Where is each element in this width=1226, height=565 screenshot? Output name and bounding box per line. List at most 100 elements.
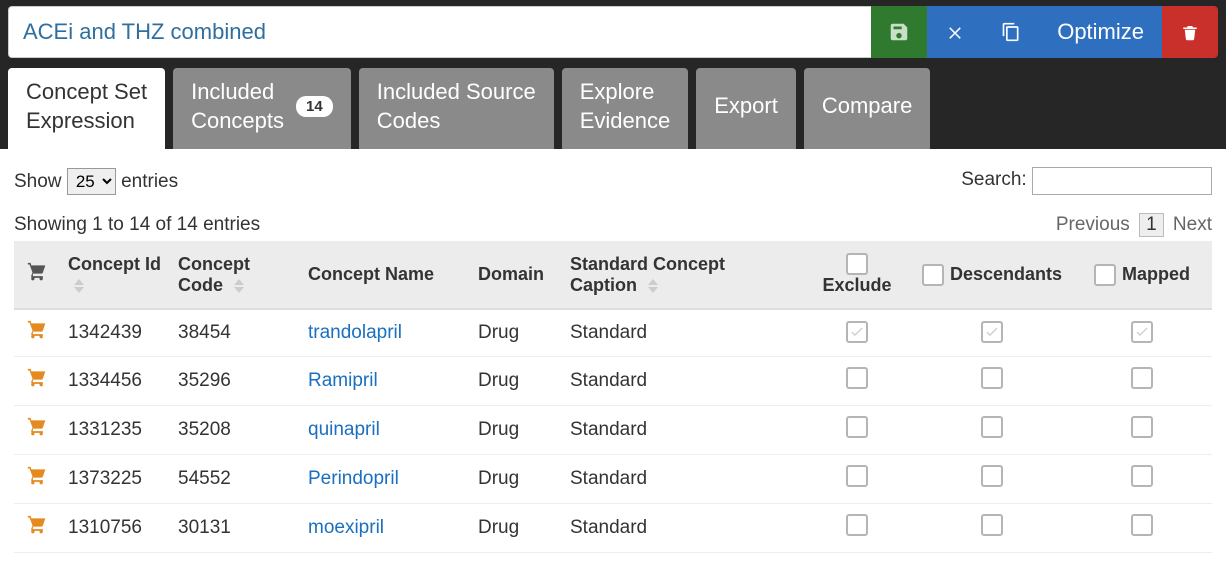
cell-standard: Standard	[562, 504, 802, 553]
cell-descendants	[912, 357, 1072, 406]
cell-exclude	[802, 504, 912, 553]
cell-domain: Drug	[470, 357, 562, 406]
row-checkbox[interactable]	[1131, 465, 1153, 487]
search-input[interactable]	[1032, 167, 1212, 195]
concept-set-name-input[interactable]	[8, 6, 871, 58]
copy-button[interactable]	[983, 6, 1039, 58]
cell-mapped	[1072, 357, 1212, 406]
cell-standard: Standard	[562, 357, 802, 406]
concept-name-link[interactable]: trandolapril	[308, 322, 402, 343]
cell-concept-code: 30131	[170, 504, 300, 553]
cell-concept-id: 1334456	[60, 357, 170, 406]
row-checkbox[interactable]	[981, 416, 1003, 438]
tab-export[interactable]: Export	[696, 68, 796, 149]
exclude-all-checkbox[interactable]	[846, 253, 868, 275]
tab-explore[interactable]: ExploreEvidence	[562, 68, 689, 149]
table-row: 137322554552 Perindopril DrugStandard	[14, 455, 1212, 504]
table-row: 133445635296 Ramipril DrugStandard	[14, 357, 1212, 406]
cart-icon[interactable]	[26, 324, 48, 345]
cell-concept-code: 35296	[170, 357, 300, 406]
concept-name-link[interactable]: Ramipril	[308, 370, 378, 391]
table-info: Showing 1 to 14 of 14 entries	[14, 214, 260, 236]
col-concept-name[interactable]: Concept Name	[300, 241, 470, 309]
concept-name-link[interactable]: Perindopril	[308, 468, 399, 489]
current-page[interactable]: 1	[1139, 213, 1164, 237]
cell-concept-id: 1373225	[60, 455, 170, 504]
col-concept-code[interactable]: Concept Code	[170, 241, 300, 309]
col-concept-id[interactable]: Concept Id	[60, 241, 170, 309]
col-descendants[interactable]: Descendants	[912, 241, 1072, 309]
row-checkbox[interactable]	[846, 465, 868, 487]
concept-name-link[interactable]: moexipril	[308, 517, 384, 538]
search-label: Search:	[961, 169, 1026, 190]
row-checkbox[interactable]	[846, 416, 868, 438]
cell-domain: Drug	[470, 406, 562, 455]
row-checkbox[interactable]	[846, 367, 868, 389]
row-checkbox[interactable]	[981, 465, 1003, 487]
cell-descendants	[912, 406, 1072, 455]
cart-icon[interactable]	[26, 470, 48, 491]
delete-button[interactable]	[1162, 6, 1218, 58]
row-checkbox	[846, 321, 868, 343]
tab-compare[interactable]: Compare	[804, 68, 930, 149]
cell-exclude	[802, 406, 912, 455]
show-pre-label: Show	[14, 171, 62, 192]
trash-icon	[1181, 22, 1199, 42]
cell-standard: Standard	[562, 309, 802, 357]
row-checkbox[interactable]	[1131, 514, 1153, 536]
descendants-all-checkbox[interactable]	[922, 264, 944, 286]
cell-exclude	[802, 309, 912, 357]
cell-concept-id: 1310756	[60, 504, 170, 553]
cell-domain: Drug	[470, 309, 562, 357]
tab-included[interactable]: IncludedConcepts14	[173, 68, 351, 149]
cell-mapped	[1072, 406, 1212, 455]
cell-standard: Standard	[562, 455, 802, 504]
mapped-all-checkbox[interactable]	[1094, 264, 1116, 286]
tab-concept-set[interactable]: Concept SetExpression	[8, 68, 165, 149]
save-button[interactable]	[871, 6, 927, 58]
cell-domain: Drug	[470, 504, 562, 553]
show-suf-label: entries	[121, 171, 178, 192]
row-checkbox	[1131, 321, 1153, 343]
cell-mapped	[1072, 504, 1212, 553]
table-row: 134243938454 trandolapril DrugStandard	[14, 309, 1212, 357]
table-row: 133123535208quinaprilDrugStandard	[14, 406, 1212, 455]
cart-icon	[26, 266, 48, 286]
col-mapped[interactable]: Mapped	[1072, 241, 1212, 309]
cell-domain: Drug	[470, 455, 562, 504]
row-checkbox[interactable]	[1131, 367, 1153, 389]
row-checkbox	[981, 321, 1003, 343]
col-cart	[14, 241, 60, 309]
cart-icon[interactable]	[26, 372, 48, 393]
close-icon	[946, 23, 964, 41]
search-control: Search:	[961, 167, 1212, 195]
cart-icon[interactable]	[26, 421, 48, 442]
cell-descendants	[912, 504, 1072, 553]
close-button[interactable]	[927, 6, 983, 58]
copy-icon	[1001, 22, 1021, 42]
optimize-button[interactable]: Optimize	[1039, 6, 1162, 58]
prev-page-button[interactable]: Previous	[1056, 214, 1130, 235]
col-standard[interactable]: Standard Concept Caption	[562, 241, 802, 309]
row-checkbox[interactable]	[846, 514, 868, 536]
row-checkbox[interactable]	[981, 367, 1003, 389]
cell-concept-id: 1342439	[60, 309, 170, 357]
cell-mapped	[1072, 455, 1212, 504]
cell-mapped	[1072, 309, 1212, 357]
concept-name-link[interactable]: quinapril	[308, 419, 380, 440]
save-icon	[888, 21, 910, 43]
tab-included-source[interactable]: Included SourceCodes	[359, 68, 554, 149]
col-exclude[interactable]: Exclude	[802, 241, 912, 309]
cell-concept-code: 38454	[170, 309, 300, 357]
next-page-button[interactable]: Next	[1173, 214, 1212, 235]
tab-badge: 14	[296, 96, 333, 118]
cell-concept-id: 1331235	[60, 406, 170, 455]
cell-concept-code: 54552	[170, 455, 300, 504]
cart-icon[interactable]	[26, 519, 48, 540]
row-checkbox[interactable]	[1131, 416, 1153, 438]
page-length-select[interactable]: 25	[67, 168, 116, 195]
col-domain[interactable]: Domain	[470, 241, 562, 309]
length-control: Show 25 entries	[14, 168, 178, 195]
row-checkbox[interactable]	[981, 514, 1003, 536]
cell-standard: Standard	[562, 406, 802, 455]
